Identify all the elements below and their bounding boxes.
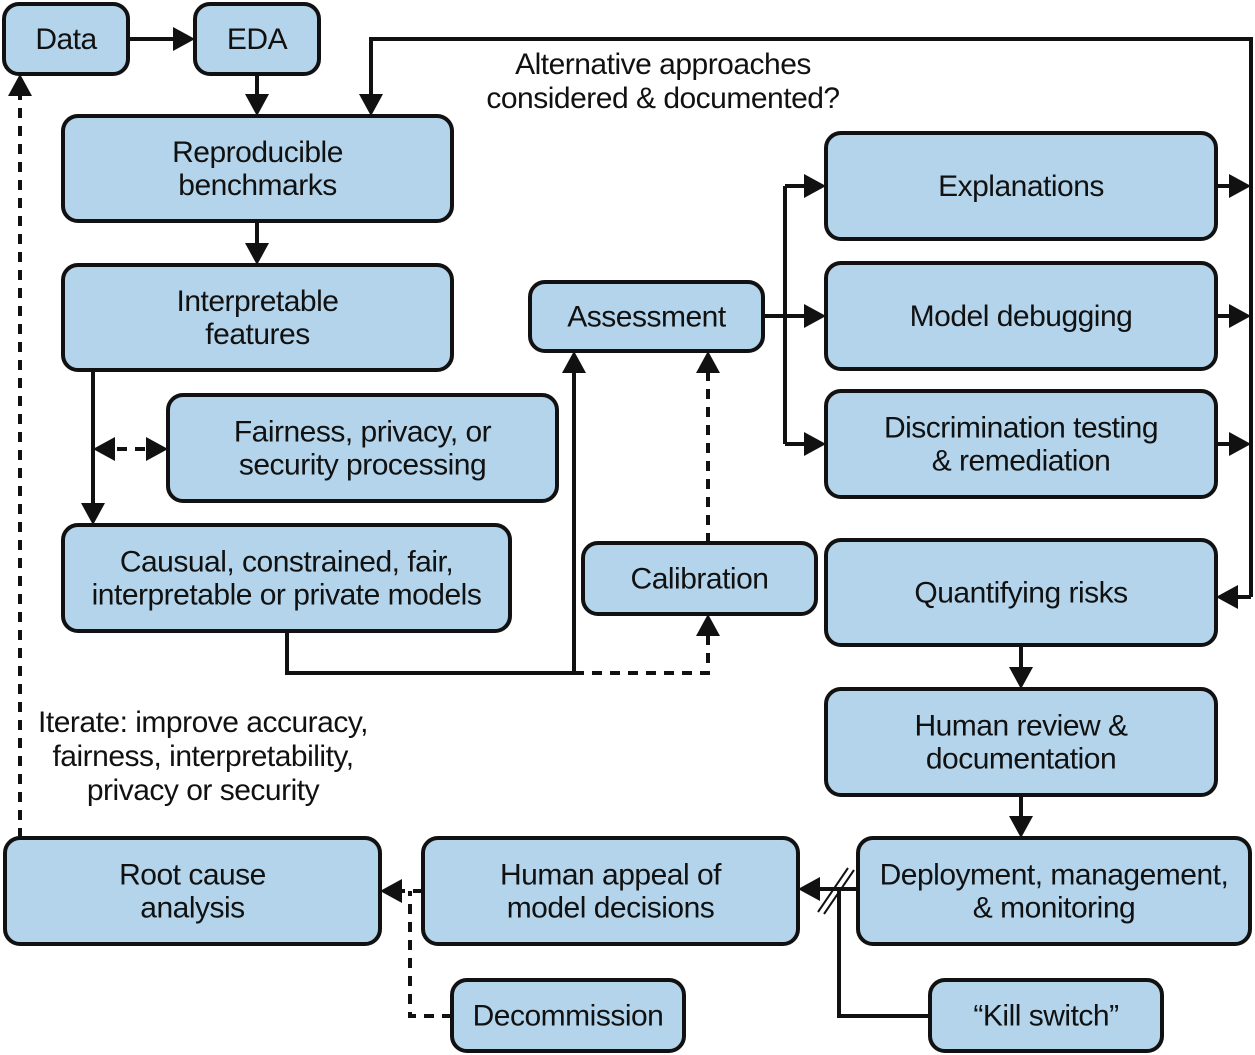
node-label: & remediation (932, 445, 1111, 478)
nodes: Data EDA Reproduciblebenchmarks Interpretab… (2, 2, 1252, 1053)
node-models: Causual, constrained, fair,interpretable… (61, 523, 512, 633)
node-label: model decisions (507, 892, 715, 925)
arrowhead-icon (804, 174, 826, 198)
node-appeal: Human appeal ofmodel decisions (421, 836, 800, 946)
arrowhead-icon (562, 351, 586, 373)
node-discrimination: Discrimination testing& remediation (824, 389, 1218, 499)
arrowhead-icon (804, 304, 826, 328)
node-benchmarks: Reproduciblebenchmarks (61, 114, 454, 223)
node-label: Quantifying risks (914, 577, 1127, 610)
arrowhead-icon (1229, 304, 1251, 328)
node-label: Assessment (567, 301, 727, 334)
node-label: EDA (227, 23, 288, 56)
node-label: Calibration (631, 563, 769, 596)
node-label: benchmarks (178, 169, 336, 202)
node-calibration: Calibration (581, 541, 818, 616)
node-features: Interpretablefeatures (61, 263, 454, 372)
arrowhead-icon (173, 27, 195, 51)
node-label: documentation (926, 743, 1116, 776)
annotation-line: privacy or security (87, 774, 320, 807)
arrowhead-icon (1009, 816, 1033, 838)
node-data: Data (2, 2, 130, 76)
node-label: Deployment, management, (880, 859, 1229, 892)
annotation-line: fairness, interpretability, (52, 740, 353, 773)
node-decommission: Decommission (450, 978, 686, 1053)
node-killswitch: “Kill switch” (928, 978, 1164, 1053)
annotation-line: considered & documented? (486, 82, 839, 115)
node-label: Discrimination testing (884, 412, 1158, 445)
node-label: Fairness, privacy, or (234, 416, 492, 449)
arrowhead-icon (1216, 585, 1238, 609)
node-label: Human review & (914, 710, 1128, 743)
annotation-line: Alternative approaches (515, 48, 811, 81)
node-label: Interpretable (177, 285, 339, 318)
arrowhead-icon (1009, 667, 1033, 689)
node-label: interpretable or private models (92, 579, 482, 612)
node-assessment: Assessment (528, 280, 765, 353)
annotation-line: Iterate: improve accuracy, (38, 706, 368, 739)
arrowhead-icon (93, 437, 115, 461)
node-debugging: Model debugging (824, 261, 1218, 371)
node-label: & monitoring (973, 892, 1135, 925)
node-label: Decommission (473, 1000, 664, 1033)
edge-models-calibration (574, 636, 710, 675)
arrowhead-icon (1229, 432, 1251, 456)
node-explanations: Explanations (824, 131, 1218, 241)
node-label: Data (35, 23, 97, 56)
node-risks: Quantifying risks (824, 538, 1218, 647)
arrowhead-icon (359, 94, 383, 116)
node-review: Human review &documentation (824, 687, 1218, 797)
node-label: Root cause (119, 859, 266, 892)
arrowhead-icon (804, 432, 826, 456)
arrowhead-icon (380, 879, 402, 903)
arrowhead-icon (8, 74, 32, 96)
node-label: features (205, 318, 309, 351)
arrowhead-icon (146, 437, 168, 461)
node-label: security processing (239, 449, 486, 482)
node-processing: Fairness, privacy, orsecurity processing (166, 393, 559, 503)
arrowhead-icon (245, 243, 269, 265)
node-label: Explanations (938, 170, 1104, 203)
node-label: Reproducible (172, 136, 343, 169)
node-label: “Kill switch” (973, 1000, 1118, 1033)
annotation-iterate: Iterate: improve accuracy,fairness, inte… (38, 706, 368, 807)
annotation-alternatives: Alternative approachesconsidered & docum… (486, 48, 840, 115)
node-label: Model debugging (910, 300, 1133, 333)
node-deployment: Deployment, management,& monitoring (856, 836, 1252, 946)
node-label: Causual, constrained, fair, (120, 546, 453, 579)
node-eda: EDA (193, 2, 321, 76)
arrowhead-icon (245, 94, 269, 116)
node-label: analysis (140, 892, 244, 925)
arrowhead-icon (798, 877, 820, 901)
node-label: Human appeal of (500, 859, 722, 892)
arrowhead-icon (1229, 174, 1251, 198)
arrowhead-icon (81, 503, 105, 525)
arrowhead-icon (696, 614, 720, 636)
arrowhead-icon (696, 351, 720, 373)
node-rootcause: Root causeanalysis (3, 836, 382, 946)
ml-workflow-diagram: Data EDA Reproduciblebenchmarks Interpretab… (2, 2, 1253, 1053)
